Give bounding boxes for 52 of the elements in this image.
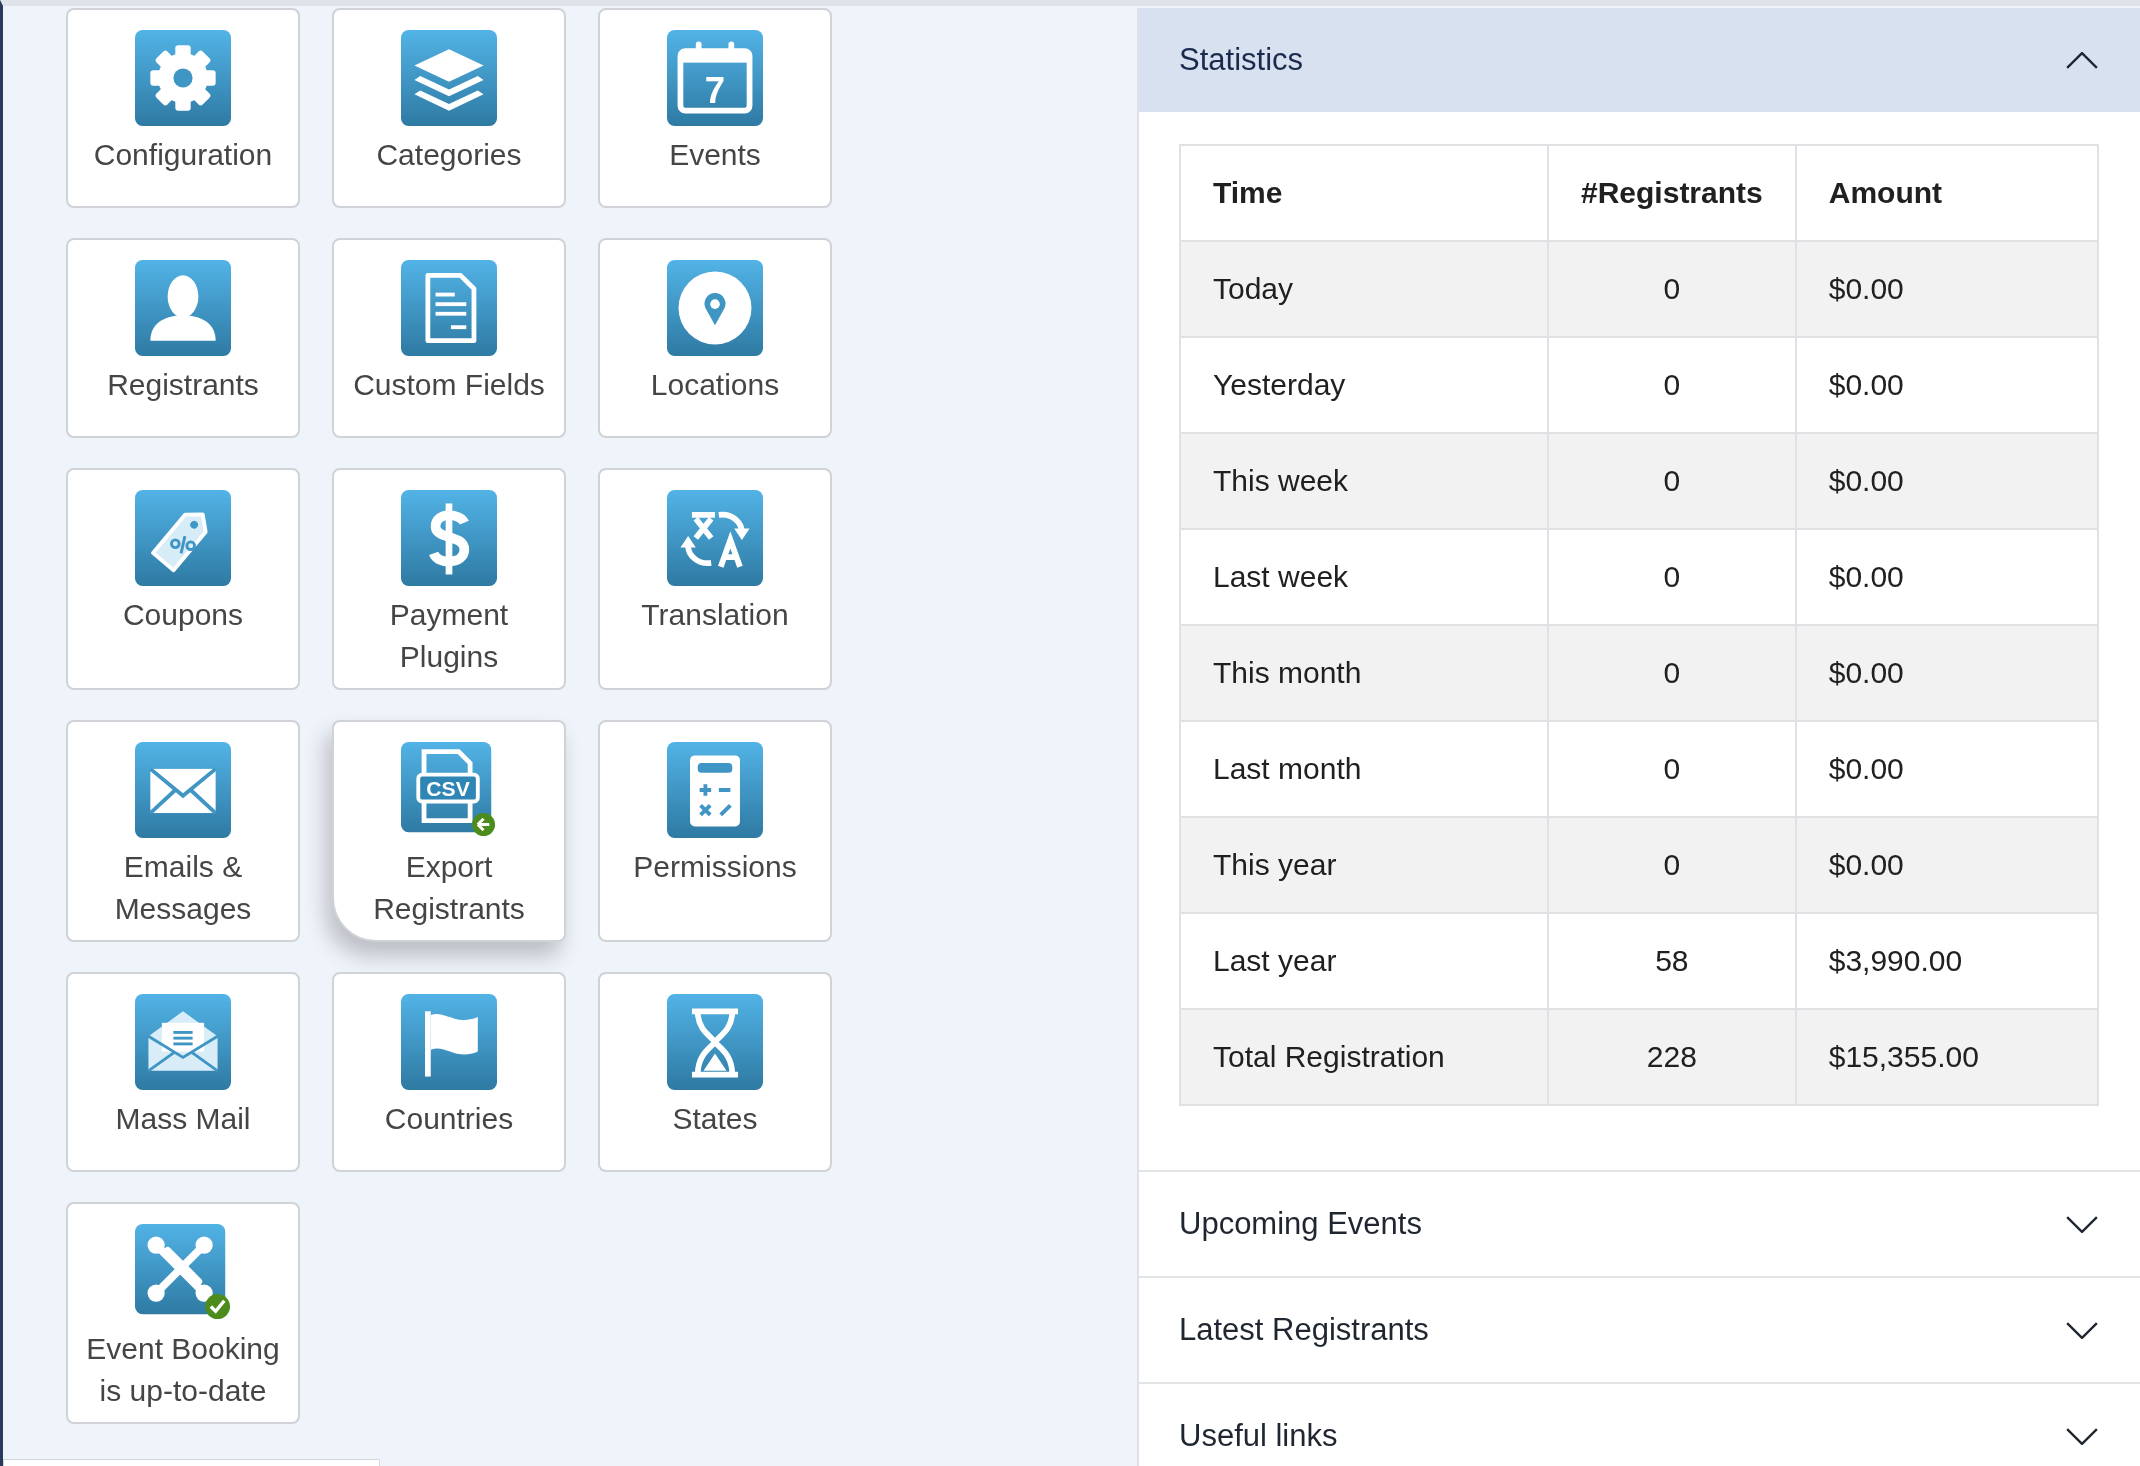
person-icon [135, 260, 231, 356]
translate-icon [667, 490, 763, 586]
document-icon [401, 260, 497, 356]
chevron-down-icon [2066, 1427, 2098, 1445]
envelope-icon [135, 742, 231, 838]
table-cell: 228 [1548, 1009, 1796, 1105]
tag-icon [135, 490, 231, 586]
table-cell: This month [1180, 625, 1548, 721]
table-cell: Total Registration [1180, 1009, 1548, 1105]
table-cell: 0 [1548, 241, 1796, 337]
dashboard-tile[interactable]: Configuration [66, 8, 300, 208]
dashboard-tile[interactable]: Coupons [66, 468, 300, 690]
dashboard-tile[interactable]: Translation [598, 468, 832, 690]
open-envelope-icon [135, 994, 231, 1090]
dashboard-tile[interactable]: Payment Plugins [332, 468, 566, 690]
dashboard-tile[interactable]: 7 Events [598, 8, 832, 208]
dashboard-tile[interactable]: Custom Fields [332, 238, 566, 438]
table-cell: $15,355.00 [1795, 1009, 2098, 1105]
dashboard-tile[interactable]: Locations [598, 238, 832, 438]
dashboard-tile[interactable]: CSV Export Registrants [332, 720, 566, 942]
calculator-icon [667, 742, 763, 838]
accordion-header[interactable]: Statistics [1139, 8, 2140, 112]
table-cell: 0 [1548, 817, 1796, 913]
table-cell: $0.00 [1795, 241, 2098, 337]
dashboard-tile[interactable]: Categories [332, 8, 566, 208]
hourglass-icon [667, 994, 763, 1090]
table-cell: Today [1180, 241, 1548, 337]
dashboard-tile[interactable]: Event Booking is up-to-date [66, 1202, 300, 1424]
table-cell: $0.00 [1795, 817, 2098, 913]
chevron-down-icon [2066, 1215, 2098, 1233]
chevron-down-icon [2066, 1321, 2098, 1339]
dashboard-tile[interactable]: Countries [332, 972, 566, 1172]
table-cell: 0 [1548, 433, 1796, 529]
table-cell: This year [1180, 817, 1548, 913]
location-pin-icon [667, 260, 763, 356]
flag-icon [401, 994, 497, 1090]
dashboard-tile[interactable]: Emails & Messages [66, 720, 300, 942]
chevron-up-icon [2066, 51, 2098, 69]
table-cell: 0 [1548, 625, 1796, 721]
dashboard-tile[interactable]: Registrants [66, 238, 300, 438]
gear-icon [135, 30, 231, 126]
dashboard-tile[interactable]: States [598, 972, 832, 1172]
dashboard-tile[interactable]: Mass Mail [66, 972, 300, 1172]
dollar-icon [401, 490, 497, 586]
table-cell: $0.00 [1795, 625, 2098, 721]
dashboard-tile[interactable]: Permissions [598, 720, 832, 942]
table-cell: $0.00 [1795, 433, 2098, 529]
layers-icon [401, 30, 497, 126]
calendar-icon: 7 [667, 30, 763, 126]
knot-check-icon [135, 1224, 231, 1320]
table-cell: This week [1180, 433, 1548, 529]
column-header: Time [1180, 145, 1548, 241]
